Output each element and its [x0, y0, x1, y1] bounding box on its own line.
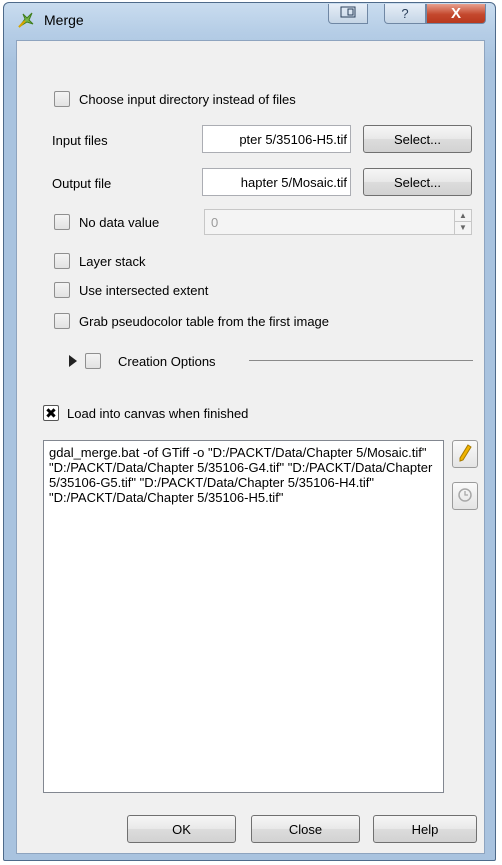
spin-up-icon[interactable]: ▲ [455, 210, 471, 222]
restore-icon [340, 6, 356, 21]
input-files-field[interactable]: pter 5/35106-H5.tif [202, 125, 351, 153]
close-icon: X [450, 5, 461, 22]
no-data-label: No data value [79, 215, 160, 230]
output-select-label: Select... [394, 174, 441, 190]
help-button[interactable]: Help [373, 815, 477, 843]
edit-command-button[interactable] [452, 440, 478, 468]
pseudocolor-checkbox[interactable] [54, 313, 70, 329]
layer-stack-checkbox[interactable] [54, 253, 70, 269]
load-canvas-checkbox[interactable]: ✖ [43, 405, 59, 421]
no-data-spinbox[interactable]: 0 ▲ ▼ [204, 209, 472, 235]
ok-button[interactable]: OK [127, 815, 236, 843]
gdal-command-textarea[interactable]: gdal_merge.bat -of GTiff -o "D:/PACKT/Da… [43, 440, 444, 793]
expand-arrow-icon[interactable] [68, 354, 78, 371]
merge-dialog-window: Merge ? X Choose input directory instead… [3, 2, 496, 861]
intersected-extent-label: Use intersected extent [79, 283, 209, 298]
title-bar[interactable]: Merge ? X [4, 3, 495, 33]
close-label: Close [288, 821, 323, 837]
layer-stack-label: Layer stack [79, 254, 146, 269]
pseudocolor-label: Grab pseudocolor table from the first im… [79, 314, 330, 329]
question-mark-icon: ? [401, 6, 409, 21]
output-file-label: Output file [52, 176, 112, 191]
qgis-app-icon [16, 10, 36, 30]
choose-directory-checkbox[interactable] [54, 91, 70, 107]
intersected-extent-checkbox[interactable] [54, 282, 70, 298]
no-data-checkbox[interactable] [54, 214, 70, 230]
window-title: Merge [44, 12, 84, 28]
help-caption-button[interactable]: ? [384, 4, 426, 24]
close-window-button[interactable]: X [426, 4, 486, 24]
output-file-select-button[interactable]: Select... [363, 168, 472, 196]
checkmark-x-icon: ✖ [45, 405, 57, 421]
spin-down-icon[interactable]: ▼ [455, 222, 471, 234]
input-select-label: Select... [394, 131, 441, 147]
spin-arrows[interactable]: ▲ ▼ [454, 210, 471, 234]
creation-options-divider [249, 360, 473, 361]
reset-icon [457, 487, 473, 506]
pencil-icon [458, 443, 472, 465]
load-canvas-label: Load into canvas when finished [67, 406, 249, 421]
output-file-field[interactable]: hapter 5/Mosaic.tif [202, 168, 351, 196]
help-label: Help [411, 821, 439, 837]
restore-button[interactable] [328, 4, 368, 24]
input-files-value: pter 5/35106-H5.tif [239, 131, 347, 147]
close-button[interactable]: Close [251, 815, 360, 843]
creation-options-label: Creation Options [118, 354, 216, 369]
input-files-label: Input files [52, 133, 108, 148]
creation-options-checkbox[interactable] [85, 353, 101, 369]
ok-label: OK [172, 821, 191, 837]
no-data-value: 0 [211, 214, 219, 230]
output-file-value: hapter 5/Mosaic.tif [240, 174, 347, 190]
reset-command-button[interactable] [452, 482, 478, 510]
input-files-select-button[interactable]: Select... [363, 125, 472, 153]
dialog-body: Choose input directory instead of files … [16, 40, 485, 854]
choose-directory-label: Choose input directory instead of files [79, 92, 296, 107]
